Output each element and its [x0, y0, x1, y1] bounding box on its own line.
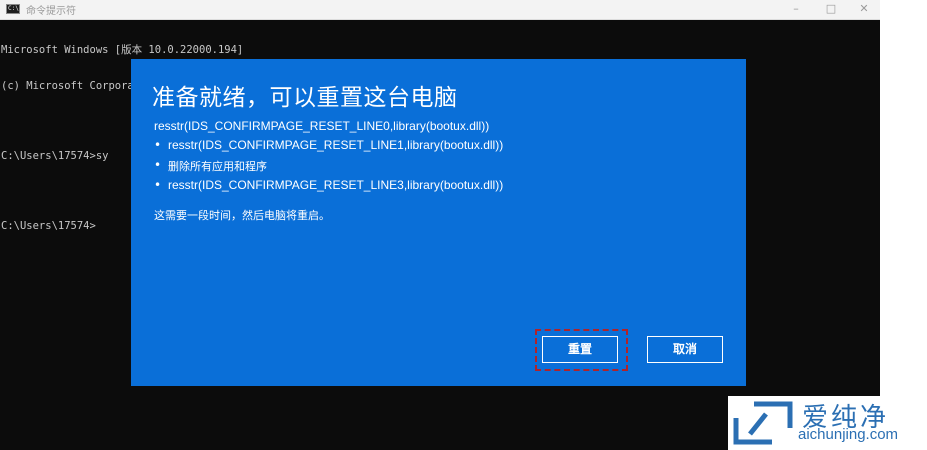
- cmd-app-icon: C:\: [6, 4, 20, 14]
- reset-button[interactable]: 重置: [542, 336, 618, 363]
- dialog-title: 准备就绪，可以重置这台电脑: [152, 85, 458, 111]
- dialog-restart-note: 这需要一段时间，然后电脑将重启。: [154, 210, 330, 222]
- dialog-bullet-1: resstr(IDS_CONFIRMPAGE_RESET_LINE1,libra…: [168, 138, 504, 152]
- dialog-bullet-3: resstr(IDS_CONFIRMPAGE_RESET_LINE3,libra…: [168, 178, 504, 192]
- dialog-bullet-2: 删除所有应用和程序: [168, 161, 267, 173]
- logo-bracket-icon: [733, 401, 793, 445]
- page-margin: [880, 0, 927, 450]
- dialog-line-0: resstr(IDS_CONFIRMPAGE_RESET_LINE0,libra…: [154, 119, 490, 133]
- title-bar[interactable]: C:\ 命令提示符 – □ ✕: [0, 0, 880, 20]
- minimize-button[interactable]: –: [780, 0, 812, 19]
- bullet-icon: •: [154, 158, 162, 172]
- logo-domain-text: aichunjing.com: [798, 426, 899, 443]
- reset-pc-dialog: 准备就绪，可以重置这台电脑 resstr(IDS_CONFIRMPAGE_RES…: [131, 59, 746, 386]
- window-title: 命令提示符: [26, 6, 76, 17]
- bullet-icon: •: [154, 178, 162, 192]
- console-line: Microsoft Windows [版本 10.0.22000.194]: [1, 44, 244, 56]
- cancel-button[interactable]: 取消: [647, 336, 723, 363]
- watermark-logo: 爱纯净 aichunjing.com: [728, 396, 927, 450]
- close-button[interactable]: ✕: [848, 0, 880, 19]
- bullet-icon: •: [154, 138, 162, 152]
- maximize-button[interactable]: □: [815, 0, 847, 19]
